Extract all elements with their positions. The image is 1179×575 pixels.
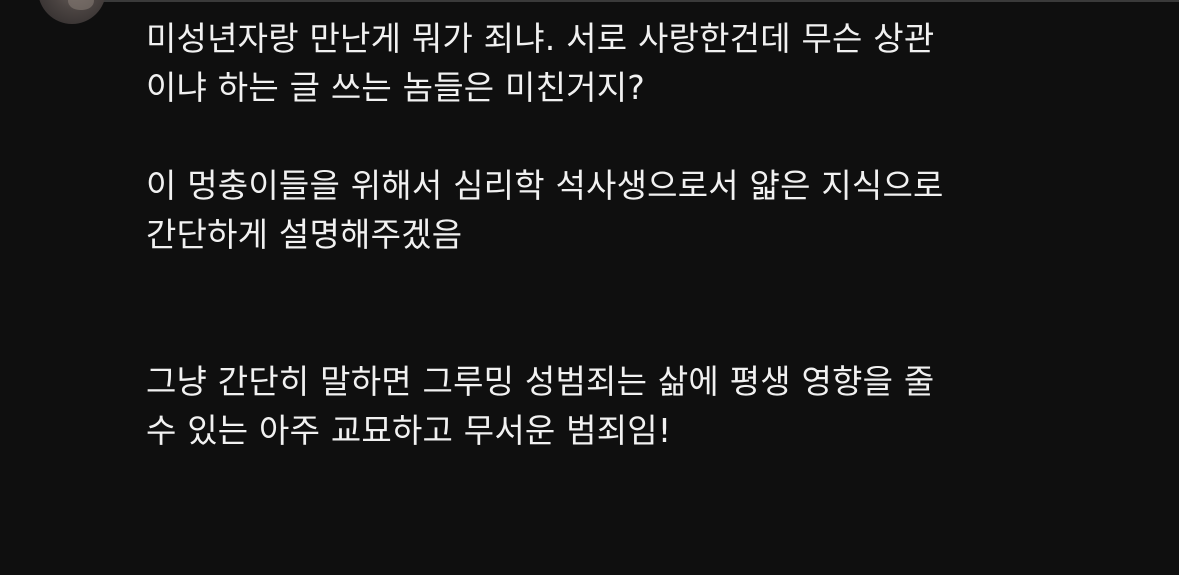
comment-paragraph-3: 그냥 간단히 말하면 그루밍 성범죄는 삶에 평생 영향을 줄 수 있는 아주 … xyxy=(146,357,1146,455)
user-avatar-icon[interactable] xyxy=(38,0,106,24)
comment-line: 이 멍충이들을 위해서 심리학 석사생으로서 얇은 지식으로 xyxy=(146,166,944,205)
avatar-image-detail xyxy=(68,0,94,10)
comment-line: 수 있는 아주 교묘하고 무서운 범죄임! xyxy=(146,411,672,450)
top-divider xyxy=(86,0,1179,2)
comment-body: 미성년자랑 만난게 뭐가 죄냐. 서로 사랑한건데 무슨 상관 이냐 하는 글 … xyxy=(146,14,1146,455)
comment-paragraph-2: 이 멍충이들을 위해서 심리학 석사생으로서 얇은 지식으로 간단하게 설명해주… xyxy=(146,161,1146,259)
comment-paragraph-1: 미성년자랑 만난게 뭐가 죄냐. 서로 사랑한건데 무슨 상관 이냐 하는 글 … xyxy=(146,14,1146,112)
comment-line: 미성년자랑 만난게 뭐가 죄냐. 서로 사랑한건데 무슨 상관 xyxy=(146,19,935,58)
comment-line: 이냐 하는 글 쓰는 놈들은 미친거지? xyxy=(146,68,646,107)
comment-line: 간단하게 설명해주겠음 xyxy=(146,215,463,254)
comment-line: 그냥 간단히 말하면 그루밍 성범죄는 삶에 평생 영향을 줄 xyxy=(146,362,935,401)
